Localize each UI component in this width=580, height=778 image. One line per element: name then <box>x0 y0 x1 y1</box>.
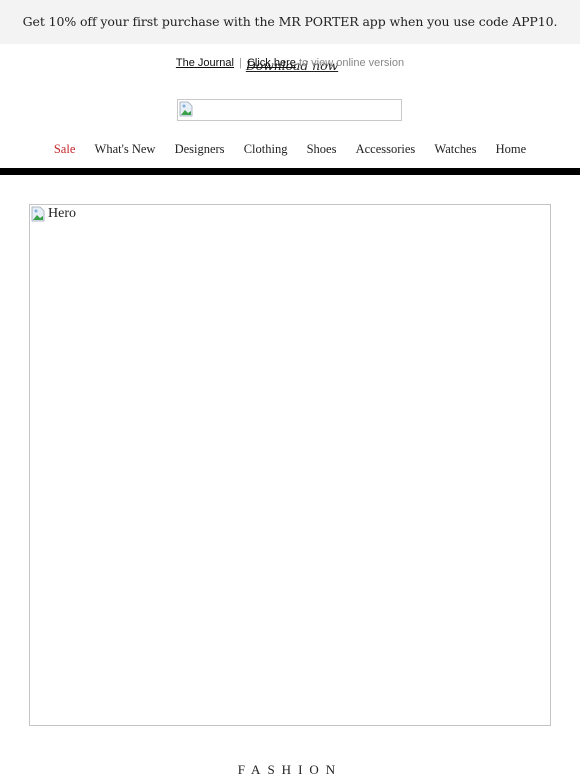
nav-item-clothing[interactable]: Clothing <box>244 142 288 157</box>
promo-banner: Get 10% off your first purchase with the… <box>0 0 580 73</box>
broken-image-icon <box>31 206 45 222</box>
nav-item-watches[interactable]: Watches <box>434 142 476 157</box>
logo-image[interactable] <box>177 99 402 121</box>
hero-alt-text: Hero <box>48 206 76 221</box>
hero-image[interactable]: Hero <box>29 204 551 726</box>
nav-item-home[interactable]: Home <box>496 142 527 157</box>
view-online-text: to view online version <box>298 57 405 69</box>
the-journal-link[interactable]: The Journal <box>176 57 234 69</box>
nav-item-shoes[interactable]: Shoes <box>307 142 337 157</box>
utility-links: The Journal | Click here to view online … <box>0 57 580 69</box>
divider-bar <box>0 168 580 175</box>
nav-item-whats-new[interactable]: What's New <box>95 142 156 157</box>
main-nav: Sale What's New Designers Clothing Shoes… <box>0 142 580 157</box>
nav-item-accessories[interactable]: Accessories <box>356 142 416 157</box>
broken-image-icon <box>179 101 193 117</box>
section-title: FASHION <box>237 762 343 777</box>
promo-text: Get 10% off your first purchase with the… <box>22 14 558 29</box>
nav-item-sale[interactable]: Sale <box>54 142 76 157</box>
separator: | <box>239 57 242 69</box>
click-here-link[interactable]: Click here <box>247 57 296 69</box>
nav-item-designers[interactable]: Designers <box>175 142 225 157</box>
